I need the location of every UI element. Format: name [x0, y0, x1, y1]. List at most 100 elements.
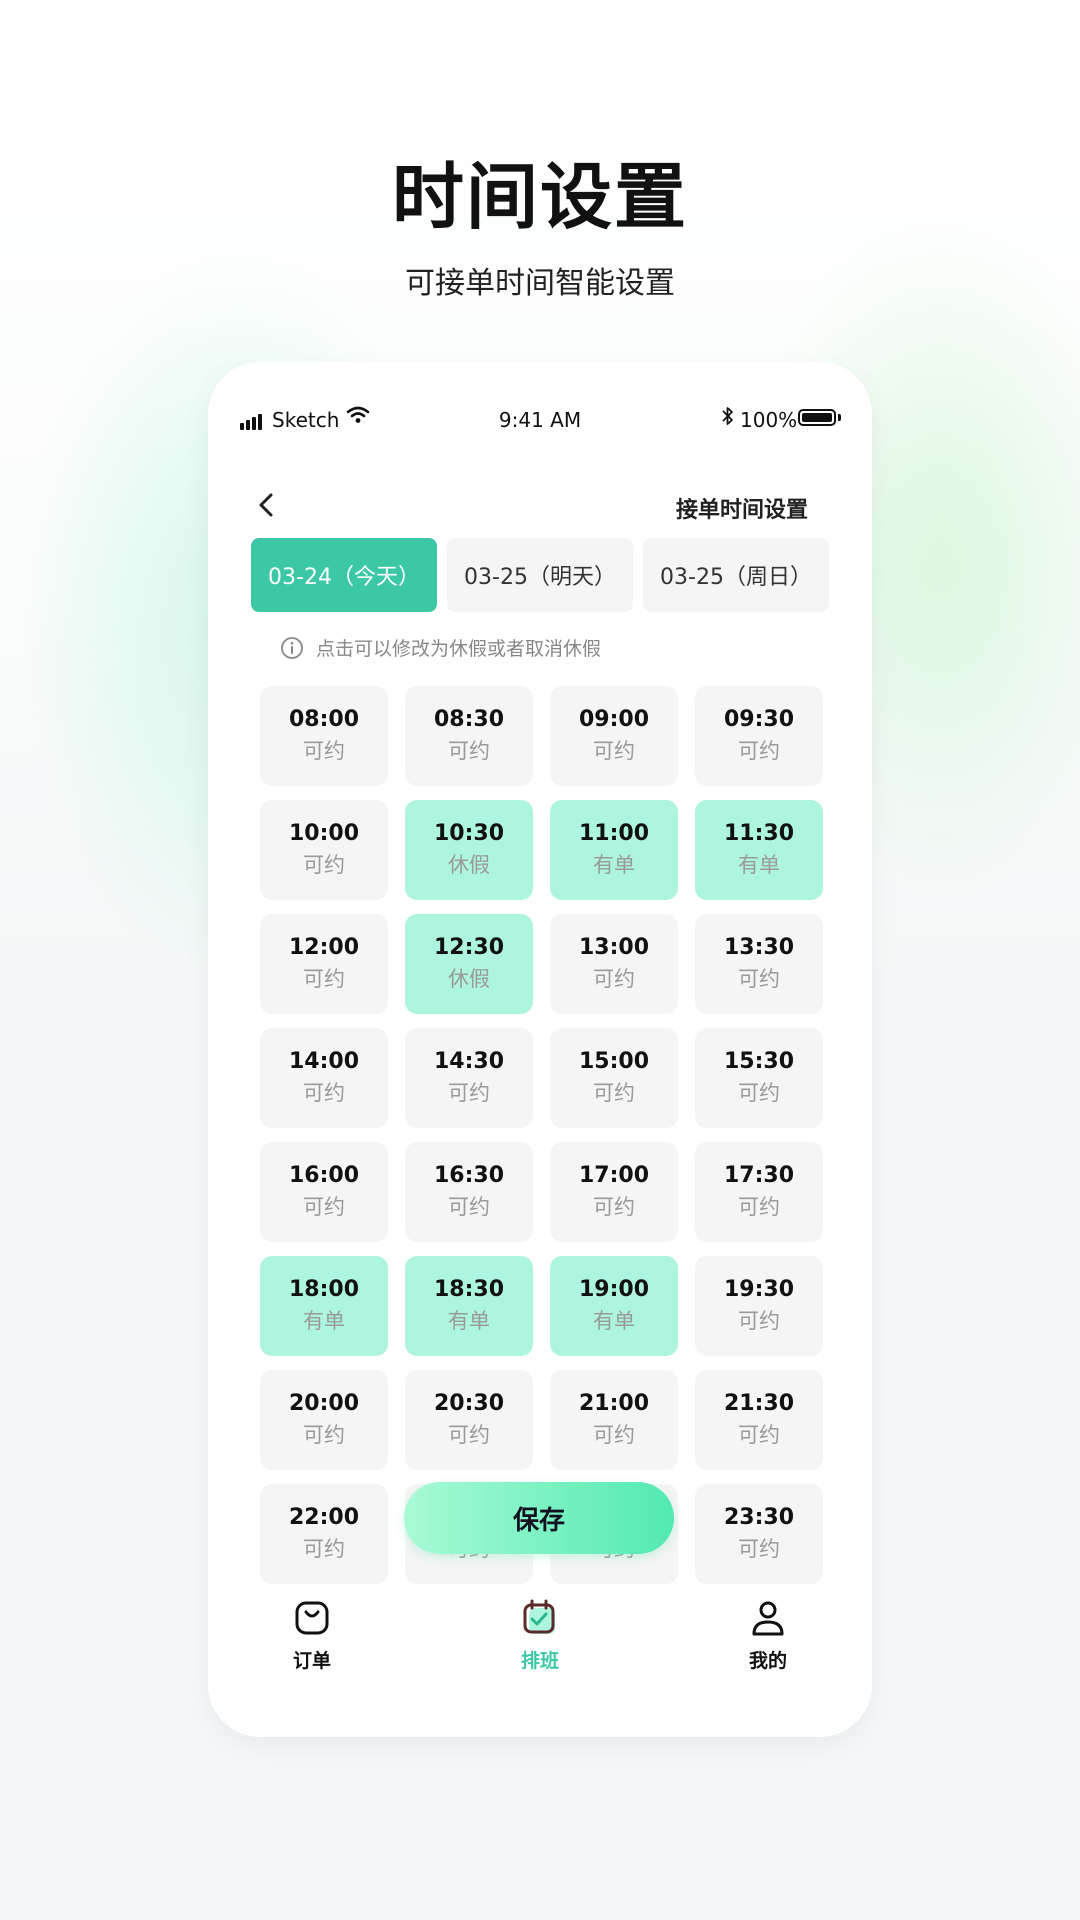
slot-time: 15:30	[723, 1049, 795, 1074]
tab-profile[interactable]: 我的	[708, 1598, 828, 1673]
slot-time: 13:00	[578, 935, 650, 960]
time-slot[interactable]: 18:00 有单	[260, 1256, 388, 1356]
time-slot[interactable]: 16:30 可约	[405, 1142, 533, 1242]
slot-time: 17:00	[578, 1163, 650, 1188]
time-slot[interactable]: 15:30 可约	[695, 1028, 823, 1128]
slot-status: 休假	[448, 967, 490, 991]
slot-status: 可约	[303, 1081, 345, 1105]
slot-time: 20:30	[433, 1391, 505, 1416]
hint-row: 点击可以修改为休假或者取消休假	[280, 634, 601, 661]
slot-time: 14:30	[433, 1049, 505, 1074]
time-slot[interactable]: 09:30 可约	[695, 686, 823, 786]
bluetooth-icon	[722, 407, 733, 425]
time-slot[interactable]: 21:00 可约	[550, 1370, 678, 1470]
back-icon[interactable]	[252, 490, 282, 520]
page-title: 接单时间设置	[675, 498, 808, 523]
time-slot[interactable]: 11:00 有单	[550, 800, 678, 900]
slot-time: 12:30	[433, 935, 505, 960]
slot-status: 可约	[593, 739, 635, 763]
slot-status: 可约	[593, 1081, 635, 1105]
tab-schedule-label: 排班	[520, 1650, 559, 1672]
slot-time: 08:30	[433, 707, 505, 732]
slot-time: 16:00	[288, 1163, 360, 1188]
slot-status: 可约	[738, 1537, 780, 1561]
time-slot[interactable]: 15:00 可约	[550, 1028, 678, 1128]
slot-time: 08:00	[288, 707, 360, 732]
tab-orders[interactable]: 订单	[252, 1598, 372, 1673]
slot-status: 可约	[593, 967, 635, 991]
tab-profile-label: 我的	[748, 1650, 787, 1672]
profile-icon	[752, 1601, 784, 1636]
time-slot[interactable]: 09:00 可约	[550, 686, 678, 786]
battery-tip	[838, 414, 841, 421]
slot-status: 有单	[593, 1309, 635, 1333]
info-icon	[281, 636, 303, 659]
slot-time: 09:30	[723, 707, 795, 732]
slot-time: 12:00	[288, 935, 360, 960]
time-slot[interactable]: 14:30 可约	[405, 1028, 533, 1128]
status-bar: Sketch 9:41 AM 100%	[208, 362, 872, 432]
time-slot[interactable]: 12:00 可约	[260, 914, 388, 1014]
time-slot-grid: 08:00 可约 08:30 可约 09:00 可约 09:30 可约 10:00 可约 10:30…	[260, 686, 824, 1584]
battery-percent: 100%	[740, 408, 798, 432]
slot-status: 可约	[738, 967, 780, 991]
slot-status: 可约	[448, 739, 490, 763]
slot-status: 可约	[738, 1081, 780, 1105]
battery-icon	[798, 409, 836, 426]
slot-status: 可约	[303, 1537, 345, 1561]
time-slot[interactable]: 12:30 休假	[405, 914, 533, 1014]
time-slot[interactable]: 19:30 可约	[695, 1256, 823, 1356]
slot-status: 可约	[448, 1423, 490, 1447]
tab-schedule[interactable]: 排班	[480, 1598, 600, 1673]
date-tab-tomorrow[interactable]: 03-25（明天）	[447, 538, 633, 612]
phone-mockup: Sketch 9:41 AM 100% 接单时间设置 03-24（今天） 03-…	[208, 362, 872, 1737]
time-slot[interactable]: 21:30 可约	[695, 1370, 823, 1470]
schedule-icon	[523, 1599, 555, 1634]
slot-time: 15:00	[578, 1049, 650, 1074]
tab-bar: 订单 排班 我的	[208, 1584, 872, 1694]
slot-time: 21:00	[578, 1391, 650, 1416]
slot-status: 可约	[303, 853, 345, 877]
date-tab-today[interactable]: 03-24（今天）	[251, 538, 437, 612]
time-slot[interactable]: 23:30 可约	[695, 1484, 823, 1584]
slot-status: 可约	[303, 967, 345, 991]
slot-status: 可约	[593, 1423, 635, 1447]
time-slot[interactable]: 14:00 可约	[260, 1028, 388, 1128]
save-button[interactable]: 保存	[404, 1482, 674, 1554]
slot-time: 19:00	[578, 1277, 650, 1302]
time-slot[interactable]: 20:00 可约	[260, 1370, 388, 1470]
slot-status: 有单	[448, 1309, 490, 1333]
slot-status: 休假	[448, 853, 490, 877]
time-slot[interactable]: 17:30 可约	[695, 1142, 823, 1242]
time-slot[interactable]: 08:00 可约	[260, 686, 388, 786]
slot-time: 11:00	[578, 821, 650, 846]
time-slot[interactable]: 10:30 休假	[405, 800, 533, 900]
slot-status: 可约	[448, 1081, 490, 1105]
slot-time: 10:30	[433, 821, 505, 846]
time-slot[interactable]: 22:00 可约	[260, 1484, 388, 1584]
slot-time: 23:30	[723, 1505, 795, 1530]
time-slot[interactable]: 08:30 可约	[405, 686, 533, 786]
tab-orders-label: 订单	[292, 1650, 331, 1672]
slot-time: 10:00	[288, 821, 360, 846]
slot-status: 可约	[738, 1195, 780, 1219]
slot-status: 可约	[448, 1195, 490, 1219]
slot-status: 有单	[303, 1309, 345, 1333]
slot-time: 21:30	[723, 1391, 795, 1416]
slot-time: 18:30	[433, 1277, 505, 1302]
slot-time: 19:30	[723, 1277, 795, 1302]
date-tabs: 03-24（今天） 03-25（明天） 03-25（周日）	[251, 538, 829, 612]
time-slot[interactable]: 13:30 可约	[695, 914, 823, 1014]
slot-time: 20:00	[288, 1391, 360, 1416]
date-tab-sunday[interactable]: 03-25（周日）	[643, 538, 829, 612]
time-slot[interactable]: 20:30 可约	[405, 1370, 533, 1470]
time-slot[interactable]: 19:00 有单	[550, 1256, 678, 1356]
time-slot[interactable]: 10:00 可约	[260, 800, 388, 900]
slot-status: 可约	[303, 1423, 345, 1447]
time-slot[interactable]: 18:30 有单	[405, 1256, 533, 1356]
hero-subtitle: 可接单时间智能设置	[405, 266, 675, 301]
time-slot[interactable]: 13:00 可约	[550, 914, 678, 1014]
time-slot[interactable]: 16:00 可约	[260, 1142, 388, 1242]
time-slot[interactable]: 17:00 可约	[550, 1142, 678, 1242]
time-slot[interactable]: 11:30 有单	[695, 800, 823, 900]
